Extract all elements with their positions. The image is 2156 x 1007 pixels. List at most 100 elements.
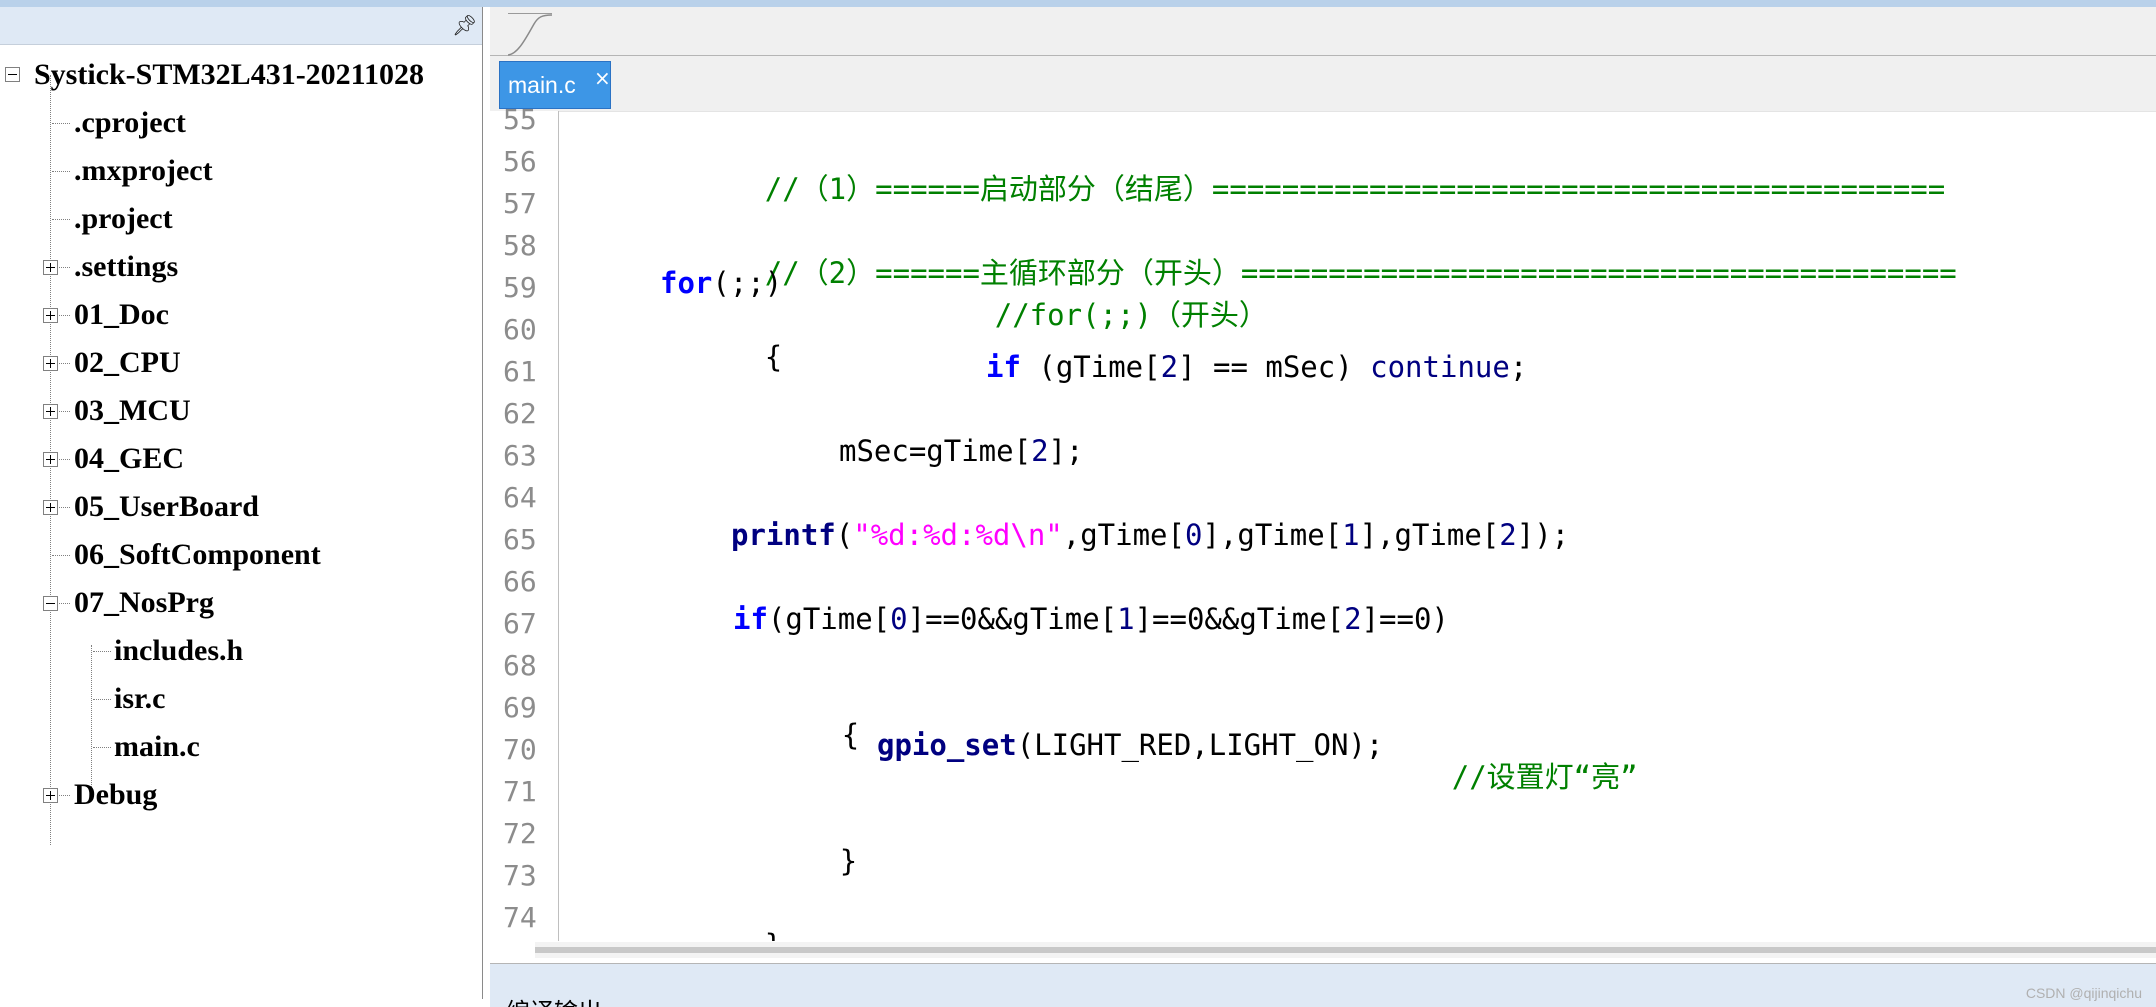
horizontal-scrollbar-thumb[interactable] — [535, 947, 2156, 953]
editor-tabstrip-top — [490, 7, 2156, 56]
line-number: 60 — [503, 313, 537, 346]
code-string: "%d:%d:%d\n" — [853, 518, 1063, 552]
line-number: 64 — [503, 481, 537, 514]
line-number: 56 — [503, 145, 537, 178]
code-keyword: if — [986, 350, 1021, 384]
line-number-gutter: 55 56 57 58 59 60 61 62 63 64 65 66 67 6… — [490, 105, 559, 941]
code-line-61: if (gTime[2] == mSec) continue; — [986, 351, 1527, 383]
code-text-area[interactable]: //（1）======启动部分（结尾）=====================… — [559, 111, 2156, 941]
code-line-67: if(gTime[0]==0&&gTime[1]==0&&gTime[2]==0… — [733, 603, 1449, 635]
expand-icon[interactable] — [43, 260, 58, 275]
line-number: 67 — [503, 607, 537, 640]
output-panel-title[interactable]: 编译输出 — [506, 992, 602, 1007]
line-number: 71 — [503, 775, 537, 808]
tree-item-label: 03_MCU — [74, 394, 191, 427]
tree-item-01-doc[interactable]: 01_Doc — [0, 292, 169, 338]
code-line-70: gpio_set(LIGHT_RED,LIGHT_ON); — [877, 729, 1383, 761]
code-line-59-comment: //for(;;)（开头） — [890, 267, 1268, 363]
tree-item-label: isr.c — [114, 682, 166, 715]
code-brace: { — [841, 718, 860, 752]
tree-item-02-cpu[interactable]: 02_CPU — [0, 340, 181, 386]
code-keyword: continue — [1370, 350, 1510, 384]
tree-item-label: .settings — [74, 250, 179, 283]
line-number: 74 — [503, 901, 537, 934]
tree-item-debug[interactable]: Debug — [0, 772, 157, 818]
code-number: 0 — [1184, 518, 1203, 552]
tree-root-label: Systick-STM32L431-20211028 — [34, 58, 425, 91]
line-number: 62 — [503, 397, 537, 430]
tree-item-label: .cproject — [74, 106, 186, 139]
tabstrip-decoration — [507, 13, 553, 56]
output-panel: 编译输出 CSDN @qijinqichu — [490, 963, 2156, 1007]
editor-tab-bar: main.c × — [490, 56, 2156, 112]
tree-item-label: 07_NosPrg — [74, 586, 214, 619]
line-number: 61 — [503, 355, 537, 388]
line-number: 68 — [503, 649, 537, 682]
tree-item-label: 01_Doc — [74, 298, 169, 331]
tree-item-label: 05_UserBoard — [74, 490, 259, 523]
code-brace: } — [765, 928, 782, 941]
tree-item-label: Debug — [74, 778, 158, 811]
code-token: ] == mSec) — [1178, 350, 1371, 384]
tree-item-isr-c[interactable]: isr.c — [0, 676, 165, 722]
tree-root[interactable]: Systick-STM32L431-20211028 — [0, 52, 424, 98]
collapse-icon[interactable] — [43, 596, 58, 611]
expand-icon[interactable] — [43, 452, 58, 467]
code-function: printf — [731, 518, 836, 552]
line-number: 72 — [503, 817, 537, 850]
line-number: 63 — [503, 439, 537, 472]
code-token: ]==0&&gTime[ — [1134, 602, 1345, 636]
tab-curve-shape — [507, 14, 553, 56]
tree-item-cproject[interactable]: .cproject — [0, 100, 186, 146]
expand-icon[interactable] — [43, 788, 58, 803]
code-token: ],gTime[ — [1202, 518, 1343, 552]
line-number: 70 — [503, 733, 537, 766]
tree-item-main-c[interactable]: main.c — [0, 724, 200, 770]
tree-item-label: main.c — [114, 730, 200, 763]
line-number: 73 — [503, 859, 537, 892]
collapse-icon[interactable] — [5, 67, 20, 82]
tree-item-label: 04_GEC — [74, 442, 185, 475]
line-number: 66 — [503, 565, 537, 598]
tree-item-label: .mxproject — [74, 154, 213, 187]
code-comment: //（1）======启动部分（结尾）=====================… — [764, 172, 1946, 206]
expand-icon[interactable] — [43, 308, 58, 323]
code-number: 2 — [1499, 518, 1517, 552]
line-number: 59 — [503, 271, 537, 304]
close-icon[interactable]: × — [594, 66, 611, 90]
code-token: ; — [1509, 350, 1528, 384]
expand-icon[interactable] — [43, 404, 58, 419]
tree-item-07-nosprg[interactable]: 07_NosPrg — [0, 580, 214, 626]
expand-icon[interactable] — [43, 356, 58, 371]
tree-item-label: .project — [74, 202, 173, 235]
tree-item-project[interactable]: .project — [0, 196, 173, 242]
tree-item-04-gec[interactable]: 04_GEC — [0, 436, 184, 482]
code-number: 1 — [1342, 518, 1360, 552]
code-token: ( — [835, 518, 854, 552]
pin-icon[interactable]: 📌︎ — [452, 13, 477, 37]
window-top-strip — [0, 0, 2156, 7]
tree-item-05-userboard[interactable]: 05_UserBoard — [0, 484, 259, 530]
tree-item-label: includes.h — [114, 634, 244, 667]
code-function: gpio_set — [877, 728, 1017, 762]
code-line-74: } — [660, 897, 782, 941]
line-number: 65 — [503, 523, 537, 556]
line-number: 55 — [503, 103, 537, 136]
tree-item-includes-h[interactable]: includes.h — [0, 628, 243, 674]
line-number: 58 — [503, 229, 537, 262]
code-line-58: //（2）======主循环部分（开头）====================… — [660, 225, 1957, 321]
code-token: ]; — [1048, 434, 1084, 468]
code-brace: { — [764, 340, 783, 374]
expand-icon[interactable] — [43, 500, 58, 515]
code-line-65: printf("%d:%d:%d\n",gTime[0],gTime[1],gT… — [731, 519, 1569, 551]
code-keyword: if — [733, 602, 768, 636]
project-explorer-panel: 📌︎ Systick-STM32L431-20211028 .cproject … — [0, 7, 483, 999]
tree-item-06-softcomponent[interactable]: 06_SoftComponent — [0, 532, 321, 578]
tab-main-c[interactable]: main.c × — [499, 61, 611, 109]
tree-item-03-mcu[interactable]: 03_MCU — [0, 388, 191, 434]
code-line-70-comment: //设置灯“亮” — [1347, 729, 1638, 825]
code-line-72: } — [735, 813, 857, 909]
tree-item-settings[interactable]: .settings — [0, 244, 178, 290]
tree-item-mxproject[interactable]: .mxproject — [0, 148, 213, 194]
code-line-59: for(;;) — [660, 267, 782, 299]
